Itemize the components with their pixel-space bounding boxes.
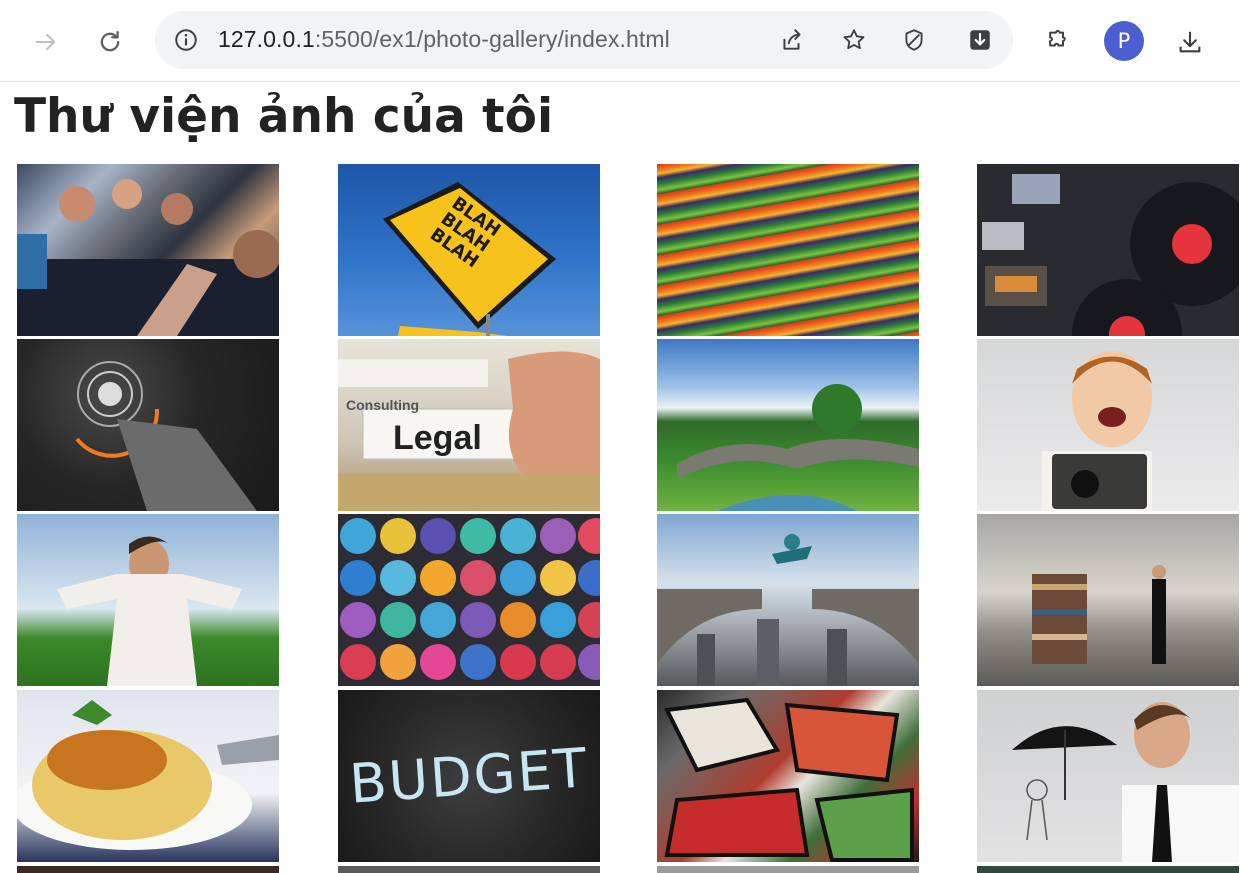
gallery-image-relaxed-man[interactable] [17, 514, 279, 686]
reload-icon [100, 30, 120, 52]
gallery-image-blah-sign[interactable]: BLAH BLAH BLAH [338, 164, 600, 336]
page-content: Thư viện ảnh của tôi BLAH BLAH BLAH Cons… [0, 83, 1240, 873]
bookmark-star-icon[interactable] [839, 25, 869, 55]
budget-chalk-text: BUDGET [347, 736, 591, 816]
arrow-right-icon [35, 33, 56, 51]
extensions-button[interactable] [1036, 22, 1076, 62]
page-title: Thư viện ảnh của tôi [14, 89, 554, 144]
browser-toolbar: 127.0.0.1:5500/ex1/photo-gallery/index.h… [0, 0, 1240, 82]
shield-icon[interactable] [899, 25, 929, 55]
legal-tab-text: Legal [393, 419, 482, 457]
site-info-icon[interactable] [171, 25, 201, 55]
gallery-image-stone-bridge[interactable] [657, 339, 919, 511]
download-extension-icon[interactable] [965, 25, 995, 55]
share-icon[interactable] [777, 25, 807, 55]
downloads-button[interactable] [1170, 22, 1210, 62]
gallery-image-touch-interface[interactable] [17, 339, 279, 511]
gallery-image-row5-1[interactable] [17, 866, 279, 873]
gallery-image-colorful-lines[interactable] [657, 164, 919, 336]
gallery-image-vinyl-cassettes[interactable] [977, 164, 1239, 336]
gallery-image-umbrella-businessman[interactable] [977, 690, 1239, 862]
reload-button[interactable] [90, 22, 130, 62]
profile-avatar[interactable]: P [1104, 21, 1144, 61]
gallery-image-books-businessman[interactable] [977, 514, 1239, 686]
gallery-image-kid-camera[interactable] [977, 339, 1239, 511]
gallery-image-spaghetti[interactable] [17, 690, 279, 862]
forward-button[interactable] [26, 22, 66, 62]
gallery-image-bridge-jump[interactable] [657, 514, 919, 686]
gallery-image-concert-crowd[interactable] [17, 164, 279, 336]
address-bar[interactable]: 127.0.0.1:5500/ex1/photo-gallery/index.h… [155, 11, 1013, 69]
gallery-image-row5-2[interactable] [338, 866, 600, 873]
url-text[interactable]: 127.0.0.1:5500/ex1/photo-gallery/index.h… [218, 26, 670, 53]
consulting-tab-text: Consulting [346, 397, 420, 413]
gallery-image-graffiti[interactable] [657, 690, 919, 862]
puzzle-icon [1049, 30, 1066, 47]
gallery-image-spray-cans[interactable] [338, 514, 600, 686]
gallery-image-legal-folder[interactable]: Consulting Legal [338, 339, 600, 511]
gallery-image-row5-3[interactable] [657, 866, 919, 873]
gallery-image-row5-4[interactable] [977, 866, 1239, 873]
download-icon [1179, 31, 1201, 53]
gallery-image-budget-chalkboard[interactable]: BUDGET [338, 690, 600, 862]
